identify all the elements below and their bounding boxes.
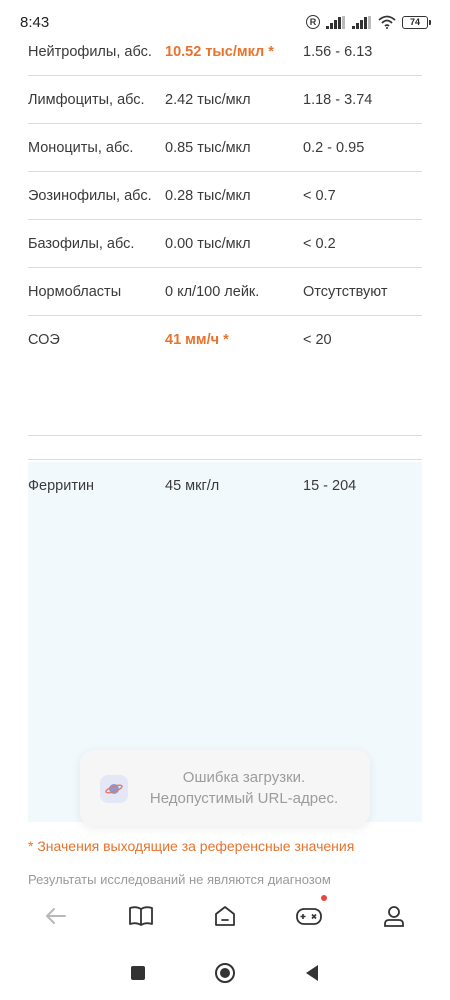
table-row: Лимфоциты, абс. 2.42 тыс/мкл 1.18 - 3.74 <box>28 76 422 124</box>
test-name: Лимфоциты, абс. <box>28 92 145 108</box>
toast-line-2: Недопустимый URL-адрес. <box>149 790 339 807</box>
results-table: Нейтрофилы, абс. 10.52 тыс/мкл * 1.56 - … <box>28 28 422 460</box>
test-value: 0.28 тыс/мкл <box>165 188 251 204</box>
test-reference: Отсутствуют <box>303 284 388 300</box>
test-name: Базофилы, абс. <box>28 236 135 252</box>
table-row: Нейтрофилы, абс. 10.52 тыс/мкл * 1.56 - … <box>28 28 422 76</box>
recents-square-icon[interactable] <box>118 953 158 993</box>
wifi-icon <box>378 15 396 29</box>
back-arrow-icon[interactable] <box>32 892 80 940</box>
test-reference: 15 - 204 <box>303 478 357 494</box>
table-row: Базофилы, абс. 0.00 тыс/мкл < 0.2 <box>28 220 422 268</box>
test-reference: 1.56 - 6.13 <box>303 44 373 60</box>
test-value: 10.52 тыс/мкл * <box>165 44 274 60</box>
section-divider <box>28 364 422 436</box>
toast-line-1: Ошибка загрузки. <box>182 769 306 786</box>
status-icons: R 74 <box>306 15 431 29</box>
registered-icon: R <box>306 15 320 29</box>
app-planet-icon <box>100 775 128 803</box>
error-toast: Ошибка загрузки. Недопустимый URL-адрес. <box>80 750 370 826</box>
abnormal-values-note: * Значения выходящие за референсные знач… <box>28 838 355 854</box>
test-name: СОЭ <box>28 332 60 348</box>
battery-icon: 74 <box>402 15 431 29</box>
back-triangle-icon[interactable] <box>292 953 332 993</box>
table-row: Ферритин 45 мкг/л 15 - 204 <box>28 462 422 510</box>
gamepad-icon[interactable] <box>285 892 333 940</box>
test-value: 41 мм/ч * <box>165 332 229 348</box>
test-name: Нормобласты <box>28 284 122 300</box>
profile-icon[interactable] <box>370 892 418 940</box>
test-value: 0.85 тыс/мкл <box>165 140 251 156</box>
bottom-nav <box>0 892 450 940</box>
test-name: Эозинофилы, абс. <box>28 188 152 204</box>
test-reference: 1.18 - 3.74 <box>303 92 373 108</box>
home-circle-icon[interactable] <box>205 953 245 993</box>
test-name: Моноциты, абс. <box>28 140 134 156</box>
table-row: СОЭ 41 мм/ч * < 20 <box>28 316 422 364</box>
disclaimer-text: Результаты исследований не являются диаг… <box>28 874 331 886</box>
test-reference: < 0.7 <box>303 188 336 204</box>
test-reference: 0.2 - 0.95 <box>303 140 365 156</box>
notification-dot <box>321 895 328 901</box>
home-icon[interactable] <box>201 892 249 940</box>
test-reference: < 0.2 <box>303 236 336 252</box>
test-value: 45 мкг/л <box>165 478 220 494</box>
test-name: Нейтрофилы, абс. <box>28 44 152 60</box>
signal-icon <box>326 15 345 29</box>
book-icon[interactable] <box>117 892 165 940</box>
signal-icon <box>352 15 371 29</box>
table-row: Моноциты, абс. 0.85 тыс/мкл 0.2 - 0.95 <box>28 124 422 172</box>
test-value: 0 кл/100 лейк. <box>165 284 260 300</box>
table-row: Эозинофилы, абс. 0.28 тыс/мкл < 0.7 <box>28 172 422 220</box>
section-divider <box>28 436 422 460</box>
test-name: Ферритин <box>28 478 95 494</box>
test-value: 0.00 тыс/мкл <box>165 236 251 252</box>
system-nav <box>0 946 450 1000</box>
test-value: 2.42 тыс/мкл <box>165 92 251 108</box>
table-row: Нормобласты 0 кл/100 лейк. Отсутствуют <box>28 268 422 316</box>
test-reference: < 20 <box>303 332 332 348</box>
